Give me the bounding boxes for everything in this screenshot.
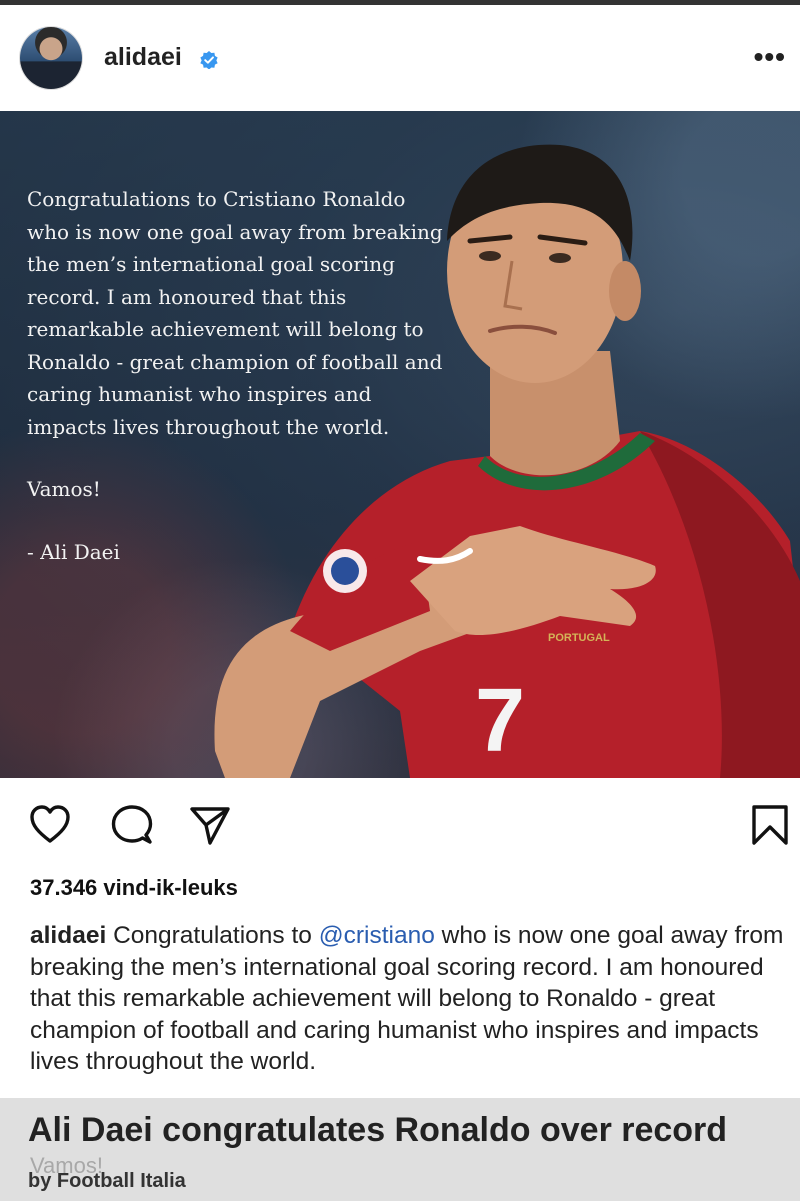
banner-byline: by Football Italia <box>28 1170 186 1192</box>
avatar[interactable] <box>20 27 82 89</box>
like-count[interactable]: 37.346 vind-ik-leuks <box>30 875 238 901</box>
image-quote-signature: - Ali Daei <box>27 539 120 564</box>
username[interactable]: alidaei <box>104 43 182 72</box>
svg-text:PORTUGAL: PORTUGAL <box>548 632 610 644</box>
action-bar <box>0 778 800 878</box>
more-options-icon[interactable]: ••• <box>754 41 786 73</box>
post-caption: alidaei Congratulations to @cristiano wh… <box>30 920 786 1078</box>
share-icon[interactable] <box>188 803 232 847</box>
verified-badge-icon <box>200 51 218 69</box>
banner-headline: Ali Daei congratulates Ronaldo over reco… <box>28 1111 728 1149</box>
caption-text-a: Congratulations to <box>106 922 319 949</box>
jersey-number: 7 <box>475 671 525 771</box>
post-header: alidaei ••• <box>0 5 800 111</box>
image-overlay-text: Congratulations to Cristiano Ronaldo who… <box>27 183 447 598</box>
image-quote-paragraph: Congratulations to Cristiano Ronaldo who… <box>27 187 443 439</box>
comment-icon[interactable] <box>110 803 154 847</box>
bookmark-icon[interactable] <box>748 803 792 847</box>
image-quote-exclaim: Vamos! <box>27 477 101 501</box>
caption-username[interactable]: alidaei <box>30 922 106 949</box>
post-image[interactable]: PORTUGAL 7 Congratulations to Cristiano … <box>0 111 800 778</box>
caption-mention[interactable]: @cristiano <box>319 922 435 949</box>
heart-icon[interactable] <box>28 803 72 847</box>
